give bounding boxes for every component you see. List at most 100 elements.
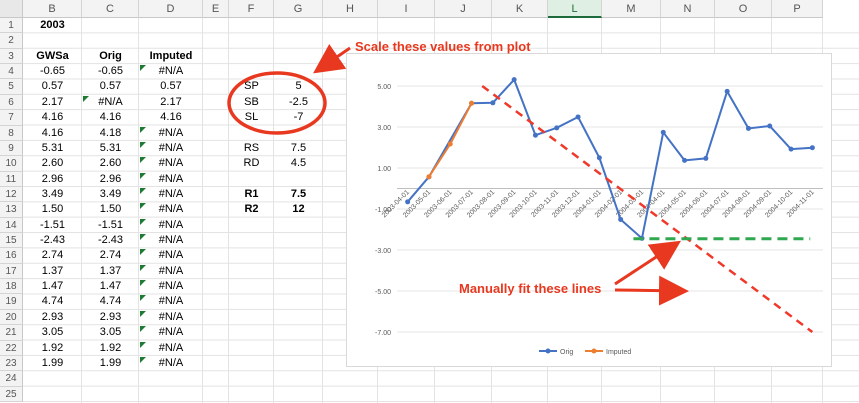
imputed-cell[interactable]: #N/A [139, 310, 203, 325]
column-header-b[interactable]: B [23, 0, 82, 18]
param-value[interactable]: 4.5 [274, 156, 323, 171]
param-label[interactable]: RD [229, 156, 274, 171]
column-header-c[interactable]: C [82, 0, 139, 18]
gwsa-cell[interactable]: 2.96 [23, 172, 82, 187]
imputed-cell[interactable]: #N/A [139, 233, 203, 248]
imputed-cell[interactable]: #N/A [139, 156, 203, 171]
imputed-cell[interactable]: #N/A [139, 279, 203, 294]
orig-cell[interactable]: 2.93 [82, 310, 139, 325]
orig-cell[interactable]: 1.37 [82, 264, 139, 279]
gwsa-cell[interactable]: -0.65 [23, 64, 82, 79]
param-value[interactable]: 7.5 [274, 141, 323, 156]
row-header-25[interactable]: 25 [0, 386, 23, 402]
orig-cell[interactable]: 1.92 [82, 341, 139, 356]
spreadsheet[interactable]: BCDEFGHIJKLMNOP 1 2 3 4 5 6 7 8 9 10 11 12 13 14 15 16 1… [0, 0, 859, 403]
row-header-5[interactable]: 5 [0, 79, 23, 95]
row-header-1[interactable]: 1 [0, 18, 23, 34]
column-header-m[interactable]: M [602, 0, 661, 18]
row-header-22[interactable]: 22 [0, 340, 23, 356]
row-header-21[interactable]: 21 [0, 325, 23, 341]
column-header-d[interactable]: D [139, 0, 203, 18]
imputed-cell[interactable]: #N/A [139, 294, 203, 309]
row-header-23[interactable]: 23 [0, 355, 23, 372]
gwsa-cell[interactable]: 5.31 [23, 141, 82, 156]
imputed-cell[interactable]: #N/A [139, 172, 203, 187]
orig-cell[interactable]: 2.96 [82, 172, 139, 187]
row-header-24[interactable]: 24 [0, 371, 23, 387]
row-header-6[interactable]: 6 [0, 94, 23, 111]
row-header-14[interactable]: 14 [0, 217, 23, 234]
column-header-h[interactable]: H [323, 0, 378, 18]
orig-cell[interactable]: 4.18 [82, 126, 139, 141]
row-header-3[interactable]: 3 [0, 48, 23, 65]
row-header-4[interactable]: 4 [0, 64, 23, 80]
gwsa-cell[interactable]: 1.37 [23, 264, 82, 279]
gwsa-cell[interactable]: 4.16 [23, 126, 82, 141]
orig-cell[interactable]: 1.50 [82, 202, 139, 217]
column-header-l[interactable]: L [548, 0, 602, 18]
orig-cell[interactable]: 1.47 [82, 279, 139, 294]
gwsa-cell[interactable]: 4.74 [23, 294, 82, 309]
param-value[interactable]: 12 [274, 202, 323, 217]
gwsa-cell[interactable]: -1.51 [23, 218, 82, 233]
gwsa-cell[interactable]: 3.05 [23, 325, 82, 340]
select-all-corner[interactable] [0, 0, 23, 18]
column-header-k[interactable]: K [492, 0, 548, 18]
imputed-cell[interactable]: 4.16 [139, 110, 203, 125]
orig-cell[interactable]: -0.65 [82, 64, 139, 79]
gwsa-cell[interactable]: 3.49 [23, 187, 82, 202]
gwsa-cell[interactable]: 1.47 [23, 279, 82, 294]
imputed-cell[interactable]: 2.17 [139, 95, 203, 110]
column-header-j[interactable]: J [435, 0, 492, 18]
row-header-10[interactable]: 10 [0, 156, 23, 172]
param-label[interactable]: R2 [229, 202, 274, 217]
column-header-p[interactable]: P [772, 0, 823, 18]
row-header-8[interactable]: 8 [0, 125, 23, 141]
param-label[interactable]: RS [229, 141, 274, 156]
gwsa-cell[interactable]: 1.92 [23, 341, 82, 356]
imputed-cell[interactable]: #N/A [139, 356, 203, 371]
header-imputed[interactable]: Imputed [139, 49, 203, 64]
imputed-cell[interactable]: #N/A [139, 341, 203, 356]
orig-cell[interactable]: 2.74 [82, 248, 139, 263]
row-header-7[interactable]: 7 [0, 110, 23, 126]
column-header-o[interactable]: O [715, 0, 772, 18]
year-cell[interactable]: 2003 [23, 18, 82, 33]
orig-cell[interactable]: 1.99 [82, 356, 139, 371]
row-header-9[interactable]: 9 [0, 140, 23, 157]
orig-cell[interactable]: 4.74 [82, 294, 139, 309]
imputed-cell[interactable]: #N/A [139, 264, 203, 279]
gwsa-cell[interactable]: 2.74 [23, 248, 82, 263]
gwsa-cell[interactable]: 1.99 [23, 356, 82, 371]
gwsa-cell[interactable]: 2.17 [23, 95, 82, 110]
row-header-15[interactable]: 15 [0, 233, 23, 249]
orig-cell[interactable]: -1.51 [82, 218, 139, 233]
column-header-n[interactable]: N [661, 0, 715, 18]
imputed-cell[interactable]: #N/A [139, 248, 203, 263]
row-header-19[interactable]: 19 [0, 294, 23, 310]
imputed-cell[interactable]: #N/A [139, 218, 203, 233]
orig-cell[interactable]: 2.60 [82, 156, 139, 171]
imputed-cell[interactable]: #N/A [139, 64, 203, 79]
row-header-12[interactable]: 12 [0, 186, 23, 203]
orig-cell[interactable]: -2.43 [82, 233, 139, 248]
imputed-cell[interactable]: #N/A [139, 126, 203, 141]
imputed-cell[interactable]: #N/A [139, 187, 203, 202]
gwsa-cell[interactable]: 1.50 [23, 202, 82, 217]
column-header-i[interactable]: I [378, 0, 435, 18]
gwsa-cell[interactable]: 4.16 [23, 110, 82, 125]
param-label[interactable]: R1 [229, 187, 274, 202]
orig-cell[interactable]: #N/A [82, 95, 139, 110]
param-value[interactable]: 7.5 [274, 187, 323, 202]
imputed-cell[interactable]: #N/A [139, 202, 203, 217]
gwsa-cell[interactable]: 2.93 [23, 310, 82, 325]
orig-cell[interactable]: 5.31 [82, 141, 139, 156]
row-header-2[interactable]: 2 [0, 33, 23, 49]
column-header-e[interactable]: E [203, 0, 229, 18]
header-gwsa[interactable]: GWSa [23, 49, 82, 64]
imputed-cell[interactable]: #N/A [139, 325, 203, 340]
row-header-17[interactable]: 17 [0, 263, 23, 280]
row-header-20[interactable]: 20 [0, 309, 23, 326]
gwsa-cell[interactable]: -2.43 [23, 233, 82, 248]
line-chart[interactable]: 5.00 3.00 1.00 -1.00 -3.00 -5.00 -7.00 2003-04-… [346, 53, 832, 367]
